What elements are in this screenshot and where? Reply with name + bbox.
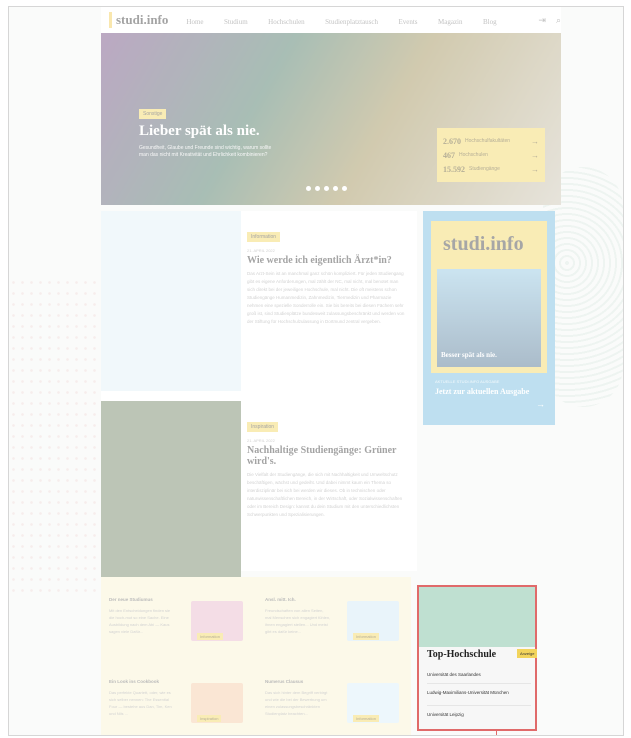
slider-dot[interactable] [306,186,311,191]
divider [427,683,531,684]
card-desc: Das sich hinter dem Begriff verbirgt und… [265,690,328,716]
browser-frame: studi.info Home Studium Hochschulen Stud… [8,6,624,736]
nav-blog[interactable]: Blog [483,18,497,26]
card-desc: Freundschaften von allen Seiten, mal Men… [265,608,331,634]
article-title[interactable]: Nachhaltige Studiengänge: Grüner wird's. [247,445,407,467]
slider-dot[interactable] [315,186,320,191]
article-image-doctor[interactable] [101,211,241,391]
card-4[interactable]: Numerus Clausus Das sich hinter dem Begr… [257,667,407,735]
article-body: Das Arzt-Sein ist an manchmal ganz schön… [247,271,405,324]
login-icon[interactable]: ⇥ [538,15,546,26]
card-badge: Information [353,633,380,640]
magazine-link[interactable]: Jetzt zur aktuellen Ausgabe [435,387,529,397]
article-body: Die Vielfalt der Studiengänge, die sich … [247,472,403,517]
card-badge: Information [197,633,224,640]
nav-events[interactable]: Events [398,18,417,26]
top-navigation: studi.info Home Studium Hochschulen Stud… [101,7,561,33]
arrow-right-icon[interactable]: → [536,399,545,409]
stat-row[interactable]: 2.670 Hochschulfakultäten → [443,134,539,148]
nav-home[interactable]: Home [186,18,203,26]
card-3[interactable]: Ein Look ins Cookbook Das perfekte Quart… [101,667,251,735]
cover-headline: Besser spät als nie. [441,351,497,359]
slider-dots [306,186,347,191]
hero-title[interactable]: Lieber spät als nie. [139,123,260,140]
slider-dot[interactable] [333,186,338,191]
magazine-cover[interactable]: studi.info Besser spät als nie. [431,221,547,373]
nav-studienplatztausch[interactable]: Studienplatztausch [325,18,378,26]
card-desc: Mit den Entscheidungen finden sie die ho… [109,608,171,634]
search-icon[interactable]: ⌕ [556,15,561,26]
card-desc: Das perfekte Quartett, oder, wie es sich… [109,690,172,716]
article-list: Information 21. APRIL 2022 Wie werde ich… [101,211,417,581]
article-tag: Inspiration [247,422,279,432]
hero-text: Gesundheit, Glaube und Freunde sind wich… [139,145,272,158]
magazine-label: AKTUELLE STUDI.INFO AUSGABE [435,379,500,384]
hero-tag: Sonstige [139,109,167,119]
nav-hochschulen[interactable]: Hochschulen [268,18,305,26]
article-2[interactable]: Inspiration 21. APRIL 2022 Nachhaltige S… [247,415,407,519]
card-title: Ein Look ins Cookbook [109,679,160,684]
widget-title: Top-Hochschule [427,649,497,660]
article-title[interactable]: Wie werde ich eigentlich Ärzt*in? [247,255,407,266]
card-title: Der neue Studiumus [109,597,153,602]
nav-magazin[interactable]: Magazin [438,18,463,26]
slider-dot[interactable] [324,186,329,191]
arrow-right-icon: → [531,164,539,174]
card-title: Ansl. mitt. Ich. [265,597,296,602]
stat-row[interactable]: 15.592 Studiengänge → [443,162,539,176]
top-hochschule-widget[interactable]: Top-Hochschule Anzeige Universität des S… [417,585,538,731]
hero-slider: Sonstige Lieber spät als nie. Gesundheit… [101,33,561,205]
main-nav: Home Studium Hochschulen Studienplatztau… [186,11,512,29]
divider [427,705,531,706]
stats-box: 2.670 Hochschulfakultäten → 467 Hochschulen… [437,128,545,182]
article-tag: Information [247,232,281,242]
widget-image [419,587,535,647]
article-date: 21. APRIL 2022 [247,248,275,253]
university-link[interactable]: Universität Leipzig [427,711,527,718]
ad-badge: Anzeige [517,649,538,658]
article-image-green[interactable] [101,401,241,581]
arrow-right-icon: → [531,150,539,160]
stat-row[interactable]: 467 Hochschulen → [443,148,539,162]
highlight-connector [496,731,497,735]
card-badge: Information [353,715,380,722]
magazine-promo[interactable]: studi.info Besser spät als nie. AKTUELLE… [423,211,555,425]
article-1[interactable]: Information 21. APRIL 2022 Wie werde ich… [247,225,407,326]
card-1[interactable]: Der neue Studiumus Mit den Entscheidunge… [101,585,251,655]
arrow-right-icon: → [531,136,539,146]
card-2[interactable]: Ansl. mitt. Ich. Freundschaften von alle… [257,585,407,655]
cover-title: studi.info [443,233,524,255]
site-logo[interactable]: studi.info [109,12,168,28]
nav-studium[interactable]: Studium [224,18,248,26]
card-title: Numerus Clausus [265,679,304,684]
card-badge: Inspiration [197,715,222,722]
article-date: 21. APRIL 2022 [247,438,275,443]
card-grid: Der neue Studiumus Mit den Entscheidunge… [101,577,411,735]
slider-dot[interactable] [342,186,347,191]
university-link[interactable]: Universität des Saarlandes [427,671,527,678]
university-link[interactable]: Ludwig-Maximilians-Universität München [427,689,527,696]
